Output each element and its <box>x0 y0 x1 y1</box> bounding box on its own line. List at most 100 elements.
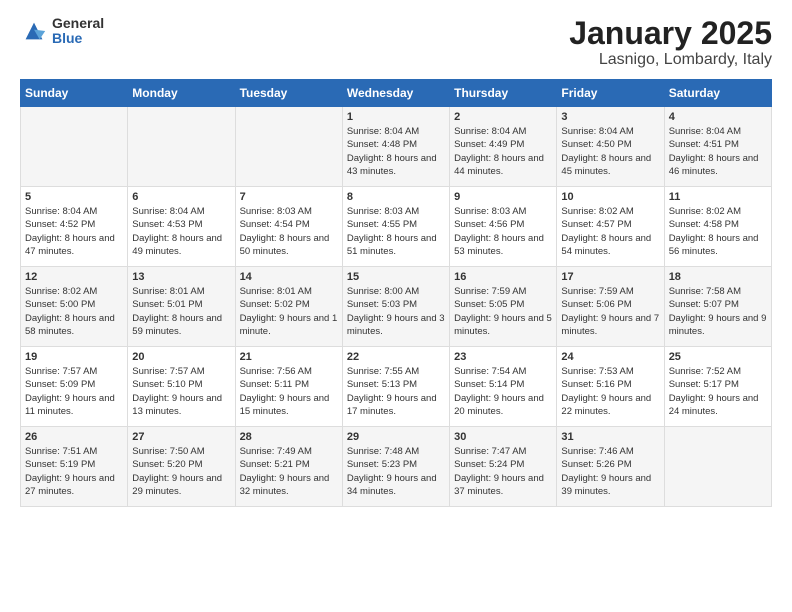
logo-general-label: General <box>52 16 104 31</box>
calendar-week-row: 1 Sunrise: 8:04 AM Sunset: 4:48 PM Daylig… <box>21 107 772 187</box>
day-number: 22 <box>347 351 445 363</box>
weekday-header-saturday: Saturday <box>664 80 771 107</box>
day-number: 14 <box>240 271 338 283</box>
calendar-cell: 7 Sunrise: 8:03 AM Sunset: 4:54 PM Daylig… <box>235 187 342 267</box>
cell-info: Sunrise: 8:03 AM Sunset: 4:54 PM Dayligh… <box>240 205 338 258</box>
cell-info: Sunrise: 8:04 AM Sunset: 4:53 PM Dayligh… <box>132 205 230 258</box>
calendar-cell: 11 Sunrise: 8:02 AM Sunset: 4:58 PM Dayli… <box>664 187 771 267</box>
day-number: 10 <box>561 191 659 203</box>
page: General Blue January 2025 Lasnigo, Lomba… <box>0 0 792 523</box>
calendar-cell: 23 Sunrise: 7:54 AM Sunset: 5:14 PM Dayli… <box>450 347 557 427</box>
day-number: 17 <box>561 271 659 283</box>
day-number: 30 <box>454 431 552 443</box>
weekday-header-thursday: Thursday <box>450 80 557 107</box>
cell-info: Sunrise: 7:54 AM Sunset: 5:14 PM Dayligh… <box>454 365 552 418</box>
calendar-cell: 3Sunrise: 8:04 AM Sunset: 4:50 PM Daylig… <box>557 107 664 187</box>
calendar-cell <box>664 427 771 507</box>
cell-info: Sunrise: 8:01 AM Sunset: 5:02 PM Dayligh… <box>240 285 338 338</box>
calendar-cell: 15 Sunrise: 8:00 AM Sunset: 5:03 PM Dayli… <box>342 267 449 347</box>
cell-info: Sunrise: 7:59 AM Sunset: 5:05 PM Dayligh… <box>454 285 552 338</box>
cell-info: Sunrise: 7:57 AM Sunset: 5:09 PM Dayligh… <box>25 365 123 418</box>
calendar-cell: 31 Sunrise: 7:46 AM Sunset: 5:26 PM Dayli… <box>557 427 664 507</box>
day-number: 6 <box>132 191 230 203</box>
cell-info: Sunrise: 7:50 AM Sunset: 5:20 PM Dayligh… <box>132 445 230 498</box>
logo: General Blue <box>20 16 104 47</box>
calendar-cell <box>21 107 128 187</box>
calendar-cell <box>128 107 235 187</box>
calendar-cell: 4 Sunrise: 8:04 AM Sunset: 4:51 PM Daylig… <box>664 107 771 187</box>
calendar-cell: 8 Sunrise: 8:03 AM Sunset: 4:55 PM Daylig… <box>342 187 449 267</box>
day-number: 11 <box>669 191 767 203</box>
cell-info: Sunrise: 7:48 AM Sunset: 5:23 PM Dayligh… <box>347 445 445 498</box>
day-number: 3 <box>561 111 659 123</box>
cell-info: Sunrise: 8:01 AM Sunset: 5:01 PM Dayligh… <box>132 285 230 338</box>
calendar-cell: 21Sunrise: 7:56 AM Sunset: 5:11 PM Dayli… <box>235 347 342 427</box>
day-number: 27 <box>132 431 230 443</box>
calendar-title: January 2025 <box>569 16 772 51</box>
cell-info: Sunrise: 8:02 AM Sunset: 5:00 PM Dayligh… <box>25 285 123 338</box>
day-number: 1 <box>347 111 445 123</box>
cell-info: Sunrise: 7:51 AM Sunset: 5:19 PM Dayligh… <box>25 445 123 498</box>
calendar-cell: 5Sunrise: 8:04 AM Sunset: 4:52 PM Daylig… <box>21 187 128 267</box>
cell-info: Sunrise: 8:03 AM Sunset: 4:55 PM Dayligh… <box>347 205 445 258</box>
calendar-week-row: 19Sunrise: 7:57 AM Sunset: 5:09 PM Dayli… <box>21 347 772 427</box>
cell-info: Sunrise: 7:55 AM Sunset: 5:13 PM Dayligh… <box>347 365 445 418</box>
day-number: 23 <box>454 351 552 363</box>
calendar-cell: 19Sunrise: 7:57 AM Sunset: 5:09 PM Dayli… <box>21 347 128 427</box>
calendar-cell <box>235 107 342 187</box>
day-number: 13 <box>132 271 230 283</box>
cell-info: Sunrise: 7:49 AM Sunset: 5:21 PM Dayligh… <box>240 445 338 498</box>
calendar-cell: 6 Sunrise: 8:04 AM Sunset: 4:53 PM Daylig… <box>128 187 235 267</box>
cell-info: Sunrise: 7:58 AM Sunset: 5:07 PM Dayligh… <box>669 285 767 338</box>
day-number: 8 <box>347 191 445 203</box>
cell-info: Sunrise: 8:02 AM Sunset: 4:57 PM Dayligh… <box>561 205 659 258</box>
weekday-header-friday: Friday <box>557 80 664 107</box>
calendar-cell: 2Sunrise: 8:04 AM Sunset: 4:49 PM Daylig… <box>450 107 557 187</box>
calendar-cell: 30 Sunrise: 7:47 AM Sunset: 5:24 PM Dayli… <box>450 427 557 507</box>
calendar-cell: 29 Sunrise: 7:48 AM Sunset: 5:23 PM Dayli… <box>342 427 449 507</box>
cell-info: Sunrise: 7:53 AM Sunset: 5:16 PM Dayligh… <box>561 365 659 418</box>
calendar-cell: 17 Sunrise: 7:59 AM Sunset: 5:06 PM Dayli… <box>557 267 664 347</box>
calendar-cell: 25Sunrise: 7:52 AM Sunset: 5:17 PM Dayli… <box>664 347 771 427</box>
cell-info: Sunrise: 7:47 AM Sunset: 5:24 PM Dayligh… <box>454 445 552 498</box>
calendar-cell: 12Sunrise: 8:02 AM Sunset: 5:00 PM Dayli… <box>21 267 128 347</box>
calendar-cell: 1 Sunrise: 8:04 AM Sunset: 4:48 PM Daylig… <box>342 107 449 187</box>
cell-info: Sunrise: 8:00 AM Sunset: 5:03 PM Dayligh… <box>347 285 445 338</box>
weekday-header-row: SundayMondayTuesdayWednesdayThursdayFrid… <box>21 80 772 107</box>
cell-info: Sunrise: 7:56 AM Sunset: 5:11 PM Dayligh… <box>240 365 338 418</box>
weekday-header-monday: Monday <box>128 80 235 107</box>
calendar-cell: 10 Sunrise: 8:02 AM Sunset: 4:57 PM Dayli… <box>557 187 664 267</box>
calendar-cell: 22 Sunrise: 7:55 AM Sunset: 5:13 PM Dayli… <box>342 347 449 427</box>
cell-info: Sunrise: 7:57 AM Sunset: 5:10 PM Dayligh… <box>132 365 230 418</box>
cell-info: Sunrise: 8:04 AM Sunset: 4:48 PM Dayligh… <box>347 125 445 178</box>
calendar-cell: 14 Sunrise: 8:01 AM Sunset: 5:02 PM Dayli… <box>235 267 342 347</box>
calendar-cell: 27 Sunrise: 7:50 AM Sunset: 5:20 PM Dayli… <box>128 427 235 507</box>
weekday-header-tuesday: Tuesday <box>235 80 342 107</box>
day-number: 5 <box>25 191 123 203</box>
calendar-week-row: 26 Sunrise: 7:51 AM Sunset: 5:19 PM Dayli… <box>21 427 772 507</box>
logo-icon <box>20 17 48 45</box>
title-block: January 2025 Lasnigo, Lombardy, Italy <box>569 16 772 69</box>
cell-info: Sunrise: 7:59 AM Sunset: 5:06 PM Dayligh… <box>561 285 659 338</box>
cell-info: Sunrise: 7:52 AM Sunset: 5:17 PM Dayligh… <box>669 365 767 418</box>
cell-info: Sunrise: 7:46 AM Sunset: 5:26 PM Dayligh… <box>561 445 659 498</box>
cell-info: Sunrise: 8:02 AM Sunset: 4:58 PM Dayligh… <box>669 205 767 258</box>
cell-info: Sunrise: 8:04 AM Sunset: 4:51 PM Dayligh… <box>669 125 767 178</box>
calendar-cell: 16Sunrise: 7:59 AM Sunset: 5:05 PM Dayli… <box>450 267 557 347</box>
day-number: 24 <box>561 351 659 363</box>
day-number: 31 <box>561 431 659 443</box>
day-number: 15 <box>347 271 445 283</box>
weekday-header-wednesday: Wednesday <box>342 80 449 107</box>
cell-info: Sunrise: 8:03 AM Sunset: 4:56 PM Dayligh… <box>454 205 552 258</box>
day-number: 29 <box>347 431 445 443</box>
day-number: 20 <box>132 351 230 363</box>
calendar-week-row: 12Sunrise: 8:02 AM Sunset: 5:00 PM Dayli… <box>21 267 772 347</box>
day-number: 7 <box>240 191 338 203</box>
calendar-cell: 9Sunrise: 8:03 AM Sunset: 4:56 PM Daylig… <box>450 187 557 267</box>
day-number: 18 <box>669 271 767 283</box>
day-number: 4 <box>669 111 767 123</box>
calendar-cell: 20 Sunrise: 7:57 AM Sunset: 5:10 PM Dayli… <box>128 347 235 427</box>
calendar-table: SundayMondayTuesdayWednesdayThursdayFrid… <box>20 79 772 507</box>
day-number: 26 <box>25 431 123 443</box>
logo-text: General Blue <box>52 16 104 47</box>
